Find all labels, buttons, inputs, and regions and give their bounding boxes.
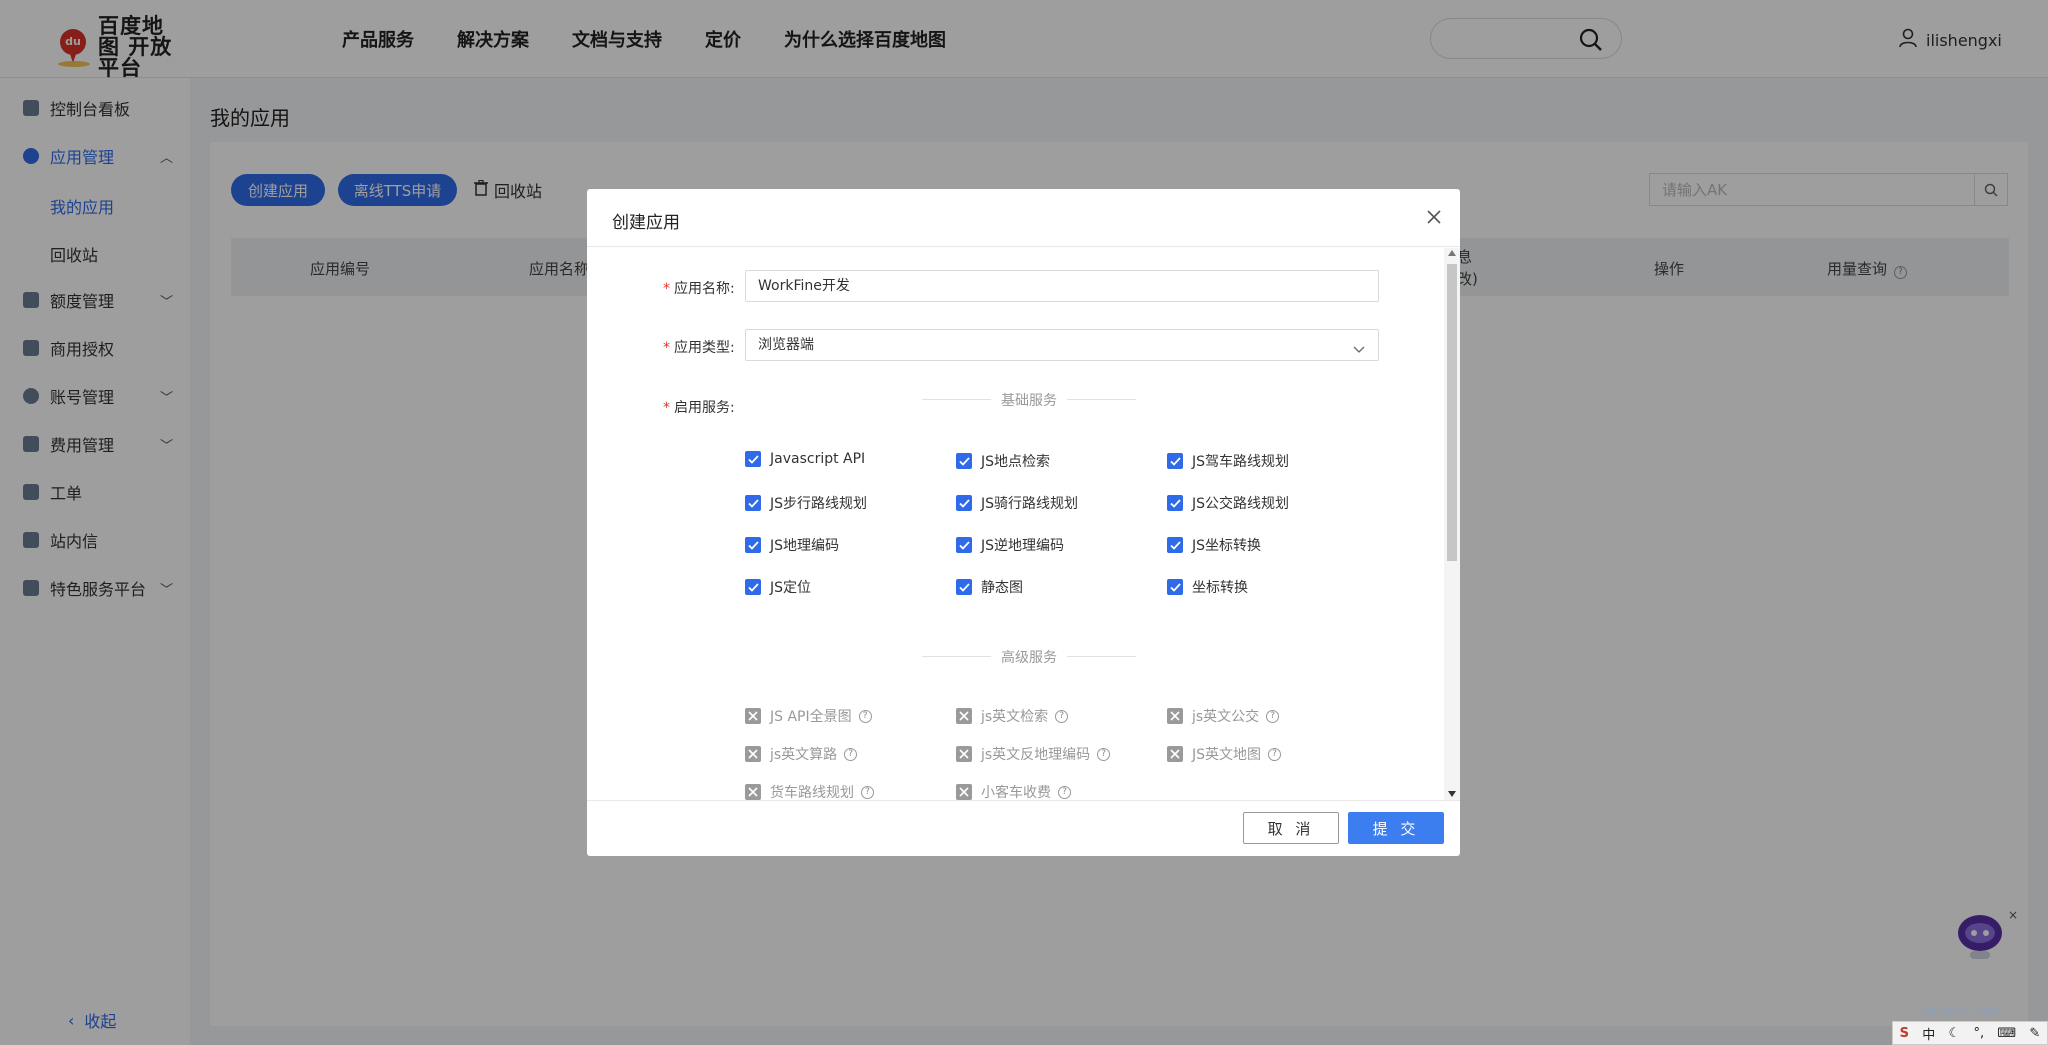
scrollbar-thumb[interactable] [1447, 264, 1457, 561]
checkbox-js-english-transit: js英文公交? [1167, 706, 1280, 726]
app-name-input[interactable]: WorkFine开发 [745, 270, 1379, 302]
scroll-down-arrow-icon[interactable] [1448, 791, 1456, 797]
ime-logo-icon: S [1899, 1025, 1909, 1041]
checkbox-checked-icon [745, 579, 761, 595]
checkbox-checked-icon [745, 495, 761, 511]
checkbox-disabled-icon [745, 784, 761, 800]
checkbox-javascript-api[interactable]: Javascript API [745, 451, 865, 467]
dialog-footer: 取 消 提 交 [587, 800, 1460, 856]
app-name-label: * 应用名称: [663, 281, 735, 297]
checkbox-js-english-search: js英文检索? [956, 706, 1069, 726]
checkbox-checked-icon [1167, 453, 1183, 469]
help-icon[interactable]: ? [1268, 747, 1282, 761]
checkbox-js-api-panorama: JS API全景图? [745, 706, 872, 726]
checkbox-js-cycling-route[interactable]: JS骑行路线规划 [956, 493, 1078, 513]
help-icon[interactable]: ? [1058, 785, 1071, 799]
dialog-header: 创建应用 [587, 189, 1460, 247]
checkbox-checked-icon [745, 537, 761, 553]
checkbox-js-location[interactable]: JS定位 [745, 577, 811, 597]
punctuation-icon[interactable]: °, [1973, 1026, 1984, 1041]
help-icon[interactable]: ? [858, 709, 872, 723]
help-icon[interactable]: ? [1055, 709, 1069, 723]
close-icon[interactable] [1423, 206, 1445, 228]
help-icon[interactable]: ? [861, 785, 874, 799]
checkbox-static-map[interactable]: 静态图 [956, 577, 1023, 597]
checkbox-disabled-icon [956, 746, 972, 762]
dialog-body: * 应用名称: WorkFine开发 * 应用类型: 浏览器端 * 启用服务: 基础服… [587, 248, 1460, 800]
moon-icon[interactable]: ☾ [1949, 1026, 1961, 1041]
ime-mode[interactable]: 中 [1922, 1024, 1935, 1043]
help-icon[interactable]: ? [1266, 709, 1280, 723]
dialog-title: 创建应用 [612, 213, 680, 233]
checkbox-disabled-icon [956, 784, 972, 800]
checkbox-js-geocoding[interactable]: JS地理编码 [745, 535, 839, 555]
checkbox-disabled-icon [956, 708, 972, 724]
create-app-dialog: 创建应用 * 应用名称: WorkFine开发 * 应用类型: 浏览器端 * 启用服务… [587, 189, 1460, 856]
checkbox-checked-icon [956, 453, 972, 469]
basic-services-heading: 基础服务 [922, 390, 1136, 410]
app-type-select[interactable]: 浏览器端 [745, 329, 1379, 361]
checkbox-car-toll: 小客车收费? [956, 782, 1071, 800]
help-icon[interactable]: ? [1097, 747, 1111, 761]
checkbox-js-transit-route[interactable]: JS公交路线规划 [1167, 493, 1289, 513]
checkbox-js-english-routing: js英文算路? [745, 744, 858, 764]
checkbox-js-driving-route[interactable]: JS驾车路线规划 [1167, 451, 1289, 471]
scroll-up-arrow-icon[interactable] [1448, 250, 1456, 256]
submit-button[interactable]: 提 交 [1348, 812, 1444, 844]
keyboard-icon[interactable]: ⌨ [1997, 1026, 2016, 1041]
checkbox-truck-routing: 货车路线规划? [745, 782, 874, 800]
checkbox-disabled-icon [1167, 708, 1183, 724]
checkbox-checked-icon [745, 451, 761, 467]
services-label: * 启用服务: [663, 400, 735, 416]
watermark: BN1000.COM [1922, 1006, 1999, 1019]
checkbox-js-walking-route[interactable]: JS步行路线规划 [745, 493, 867, 513]
checkbox-checked-icon [1167, 579, 1183, 595]
checkbox-checked-icon [956, 537, 972, 553]
settings-icon[interactable]: ✎ [2029, 1026, 2040, 1041]
checkbox-js-coord-convert[interactable]: JS坐标转换 [1167, 535, 1261, 555]
checkbox-js-english-reverse-geocoding: js英文反地理编码? [956, 744, 1111, 764]
ime-toolbar[interactable]: S 中 ☾ °, ⌨ ✎ [1892, 1021, 2048, 1045]
dialog-scrollbar[interactable] [1444, 248, 1460, 800]
checkbox-checked-icon [956, 495, 972, 511]
cancel-button[interactable]: 取 消 [1243, 812, 1339, 844]
checkbox-coord-convert[interactable]: 坐标转换 [1167, 577, 1248, 597]
checkbox-disabled-icon [745, 708, 761, 724]
checkbox-checked-icon [1167, 495, 1183, 511]
checkbox-checked-icon [956, 579, 972, 595]
checkbox-js-english-map: JS英文地图? [1167, 744, 1282, 764]
help-icon[interactable]: ? [844, 747, 858, 761]
app-type-label: * 应用类型: [663, 340, 735, 356]
checkbox-disabled-icon [745, 746, 761, 762]
chevron-down-icon [1352, 338, 1366, 368]
checkbox-checked-icon [1167, 537, 1183, 553]
checkbox-disabled-icon [1167, 746, 1183, 762]
checkbox-js-reverse-geocoding[interactable]: JS逆地理编码 [956, 535, 1064, 555]
advanced-services-heading: 高级服务 [922, 647, 1136, 667]
checkbox-js-place-search[interactable]: JS地点检索 [956, 451, 1050, 471]
